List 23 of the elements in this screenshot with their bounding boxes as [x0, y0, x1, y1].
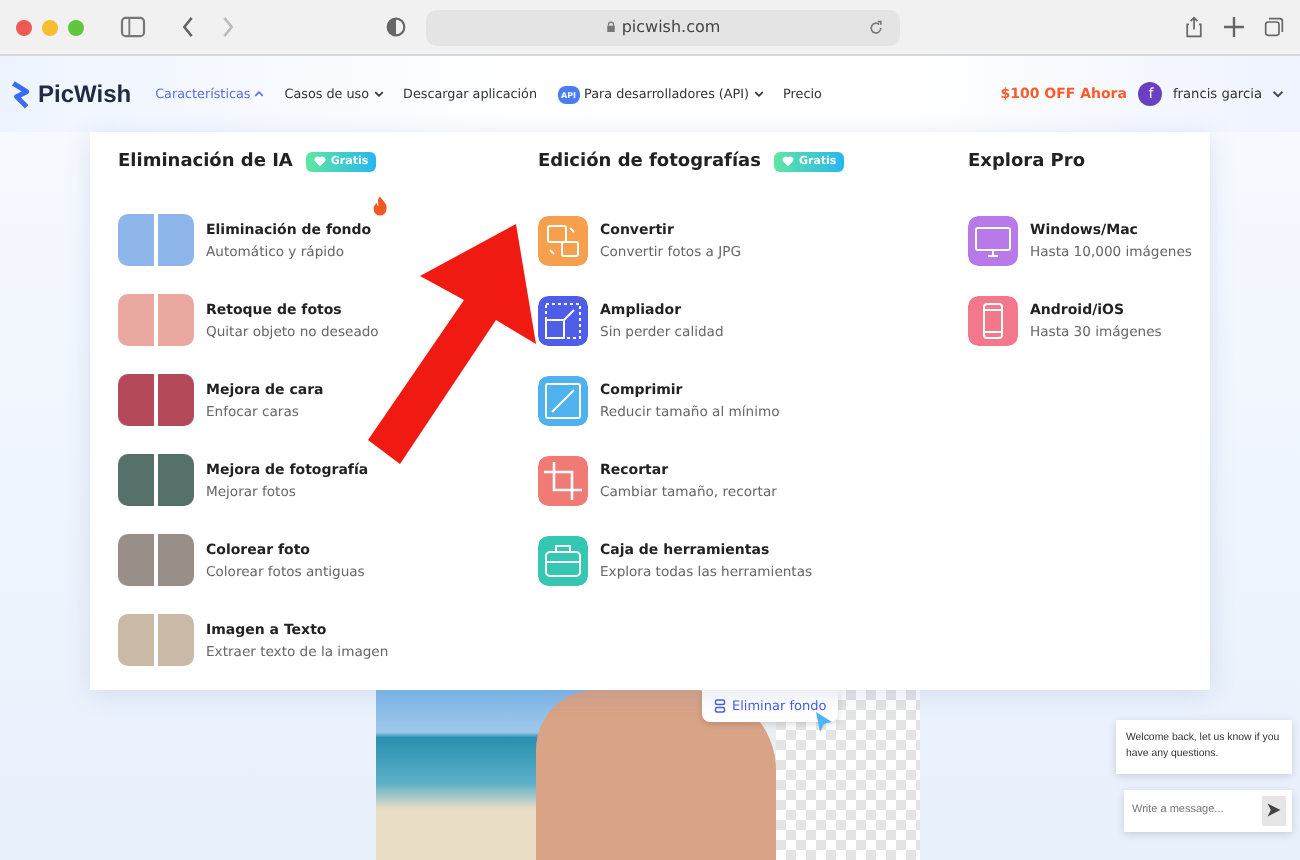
tabs-overview-icon[interactable] — [1264, 16, 1284, 38]
back-icon[interactable] — [178, 16, 198, 38]
lock-icon — [605, 20, 616, 34]
cursor-icon — [814, 710, 834, 734]
reload-icon[interactable] — [868, 19, 884, 35]
url-text: picwish.com — [621, 18, 721, 36]
caret-icon[interactable] — [373, 90, 384, 98]
column-title: Eliminación de IA — [118, 152, 293, 172]
close-button[interactable] — [16, 19, 32, 35]
share-icon[interactable] — [1184, 16, 1204, 38]
column-title: Explora Pro — [968, 152, 1086, 172]
sidebar-icon[interactable] — [120, 16, 146, 38]
layers-icon — [714, 698, 726, 714]
logo-text[interactable]: PicWish — [38, 80, 132, 108]
caret-icon[interactable] — [1272, 90, 1284, 98]
new-tab-icon[interactable] — [1224, 16, 1244, 38]
send-icon — [1266, 802, 1282, 819]
shield-icon[interactable] — [386, 16, 406, 38]
column-title: Edición de fotografías — [538, 152, 761, 172]
logo-icon[interactable] — [10, 79, 30, 109]
caret-icon[interactable] — [753, 90, 764, 98]
send-button[interactable] — [1262, 795, 1286, 826]
address-bar[interactable]: picwish.com — [426, 9, 900, 45]
